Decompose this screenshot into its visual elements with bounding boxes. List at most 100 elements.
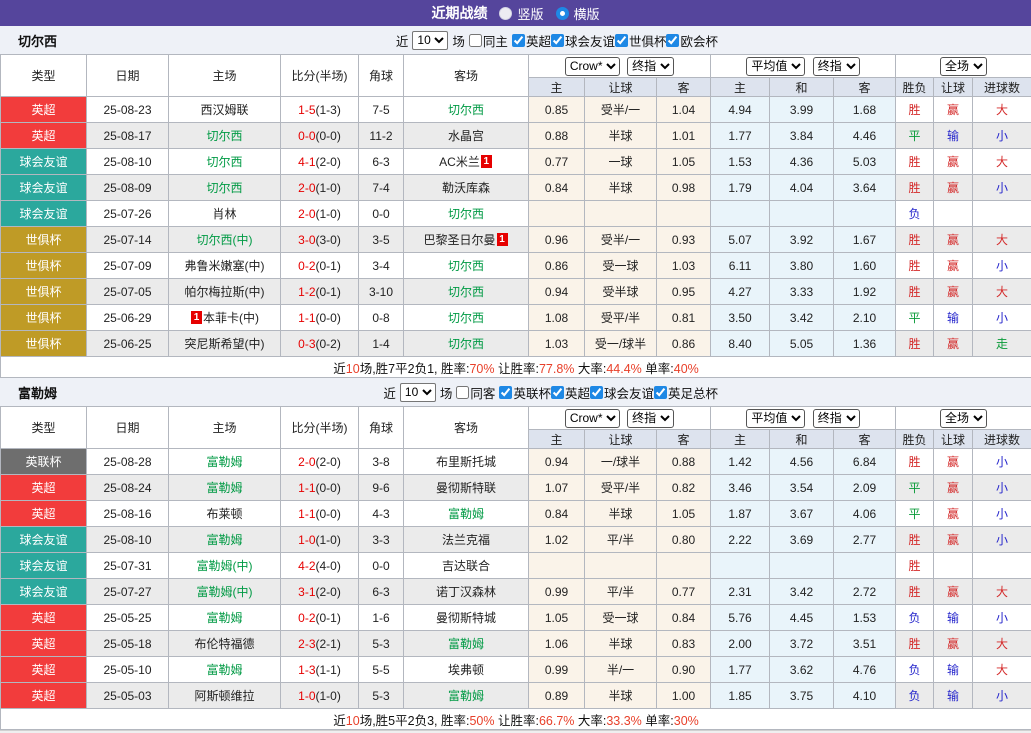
handicap-result-cell: 输 (934, 605, 973, 631)
match-row: 英超25-08-17切尔西0-0(0-0)11-2水晶宫0.88半球1.011.… (1, 123, 1031, 149)
competition-filter[interactable]: 球会友谊 (590, 383, 654, 402)
match-row: 球会友谊25-07-27富勒姆(中)3-1(2-0)6-3诺丁汉森林0.99平/… (1, 579, 1031, 605)
radio-vertical-label: 竖版 (517, 4, 543, 23)
team-name: 曼彻斯特城 (436, 611, 496, 625)
col-corners: 角球 (359, 55, 404, 97)
odds-time-select[interactable]: 终指 (627, 57, 674, 76)
competition-filter[interactable]: 英超 (512, 31, 551, 50)
handicap-result-cell: 赢 (934, 527, 973, 553)
radio-horizontal-layout[interactable]: 横版 (556, 4, 600, 23)
competition-checkbox[interactable] (666, 34, 679, 47)
near-label: 近 (396, 31, 409, 50)
handicap-result-cell: 赢 (934, 331, 973, 357)
team-name: 本菲卡(中) (203, 311, 259, 325)
competition-checkbox[interactable] (551, 386, 564, 399)
goals-cell: 大 (973, 631, 1031, 657)
competition-filter[interactable]: 英联杯 (499, 383, 551, 402)
competition-filter[interactable]: 英足总杯 (654, 383, 718, 402)
radio-vertical-layout[interactable]: 竖版 (499, 4, 543, 23)
avg-draw-cell: 3.42 (770, 579, 834, 605)
score-cell: 3-0(3-0) (281, 227, 359, 253)
competition-filter[interactable]: 球会友谊 (551, 31, 615, 50)
avg-home-cell: 1.77 (711, 657, 770, 683)
full-time-score: 2-0 (298, 455, 315, 469)
result-cell: 胜 (896, 279, 934, 305)
away-team-cell: 富勒姆 (404, 683, 529, 709)
full-time-score: 1-1 (298, 311, 315, 325)
full-time-score: 0-2 (298, 611, 315, 625)
avg-source-select[interactable]: 平均值 (746, 409, 805, 428)
odds-away-cell: 0.98 (657, 175, 711, 201)
score-cell: 2-0(1-0) (281, 201, 359, 227)
result-cell: 平 (896, 475, 934, 501)
full-time-score: 1-0 (298, 533, 315, 547)
near-count-select[interactable]: 10 (400, 383, 436, 402)
competition-checkbox[interactable] (512, 34, 525, 47)
competition-checkbox[interactable] (590, 386, 603, 399)
same-venue-filter[interactable]: 同客 (456, 383, 495, 402)
avg-source-select[interactable]: 平均值 (746, 57, 805, 76)
scope-select[interactable]: 全场 (940, 57, 987, 76)
same-venue-filter[interactable]: 同主 (469, 31, 508, 50)
competition-checkbox[interactable] (499, 386, 512, 399)
subcol-avg-home: 主 (711, 430, 770, 449)
avg-home-cell: 1.53 (711, 149, 770, 175)
match-row: 英超25-08-24富勒姆1-1(0-0)9-6曼彻斯特联1.07受平/半0.8… (1, 475, 1031, 501)
red-card-badge: 1 (497, 233, 508, 246)
avg-home-cell: 3.50 (711, 305, 770, 331)
odds-home-cell: 0.85 (529, 97, 585, 123)
score-cell: 2-3(2-1) (281, 631, 359, 657)
subcol-avg-draw: 和 (770, 78, 834, 97)
col-type: 类型 (1, 407, 87, 449)
avg-draw-cell: 3.92 (770, 227, 834, 253)
avg-time-select[interactable]: 终指 (813, 57, 860, 76)
half-time-score: (0-0) (316, 481, 341, 495)
scope-select[interactable]: 全场 (940, 409, 987, 428)
subcol-handicap: 让球 (585, 78, 657, 97)
competition-filter[interactable]: 世俱杯 (615, 31, 667, 50)
odds-away-cell: 0.90 (657, 657, 711, 683)
summary-text: 大率: (574, 362, 606, 376)
summary-text: 单率: (642, 714, 674, 728)
competition-filter[interactable]: 欧会杯 (666, 31, 718, 50)
avg-away-cell: 5.03 (834, 149, 896, 175)
score-cell: 0-2(0-1) (281, 253, 359, 279)
avg-draw-cell: 4.56 (770, 449, 834, 475)
competition-filter[interactable]: 英超 (551, 383, 590, 402)
avg-time-select[interactable]: 终指 (813, 409, 860, 428)
half-time-score: (2-0) (316, 155, 341, 169)
competition-checkbox[interactable] (551, 34, 564, 47)
match-row: 世俱杯25-06-25突尼斯希望(中)0-3(0-2)1-4切尔西1.03受一/… (1, 331, 1031, 357)
handicap-result-cell: 输 (934, 683, 973, 709)
near-count-select[interactable]: 10 (412, 31, 448, 50)
match-row: 世俱杯25-06-291本菲卡(中)1-1(0-0)0-8切尔西1.08受平/半… (1, 305, 1031, 331)
match-date: 25-07-09 (87, 253, 169, 279)
team-name: 弗鲁米嫩塞(中) (185, 259, 265, 273)
summary-stat-value: 33.3% (606, 714, 641, 728)
odds-source-select[interactable]: Crow* (565, 409, 620, 428)
radio-horizontal-label: 横版 (574, 4, 600, 23)
scope-group-header: 全场 (896, 55, 1031, 78)
odds-home-cell: 1.03 (529, 331, 585, 357)
corners-cell: 1-4 (359, 331, 404, 357)
corners-cell: 5-3 (359, 683, 404, 709)
radio-horizontal-icon[interactable] (556, 7, 569, 20)
same-venue-checkbox[interactable] (456, 386, 469, 399)
away-team-cell: 切尔西 (404, 331, 529, 357)
radio-vertical-icon[interactable] (499, 7, 512, 20)
competition-checkbox[interactable] (615, 34, 628, 47)
odds-away-cell: 0.83 (657, 631, 711, 657)
avg-home-cell: 6.11 (711, 253, 770, 279)
competition-checkbox[interactable] (654, 386, 667, 399)
odds-time-select[interactable]: 终指 (627, 409, 674, 428)
corners-cell: 4-3 (359, 501, 404, 527)
odds-away-cell: 1.05 (657, 149, 711, 175)
same-venue-checkbox[interactable] (469, 34, 482, 47)
team-name: 布莱顿 (206, 507, 242, 521)
result-cell: 胜 (896, 449, 934, 475)
competition-label: 球会友谊 (565, 31, 615, 50)
handicap-line-cell: 半球 (585, 501, 657, 527)
subcol-handicap-result: 让球 (934, 78, 973, 97)
team-name: AC米兰 (439, 155, 480, 169)
odds-source-select[interactable]: Crow* (565, 57, 620, 76)
